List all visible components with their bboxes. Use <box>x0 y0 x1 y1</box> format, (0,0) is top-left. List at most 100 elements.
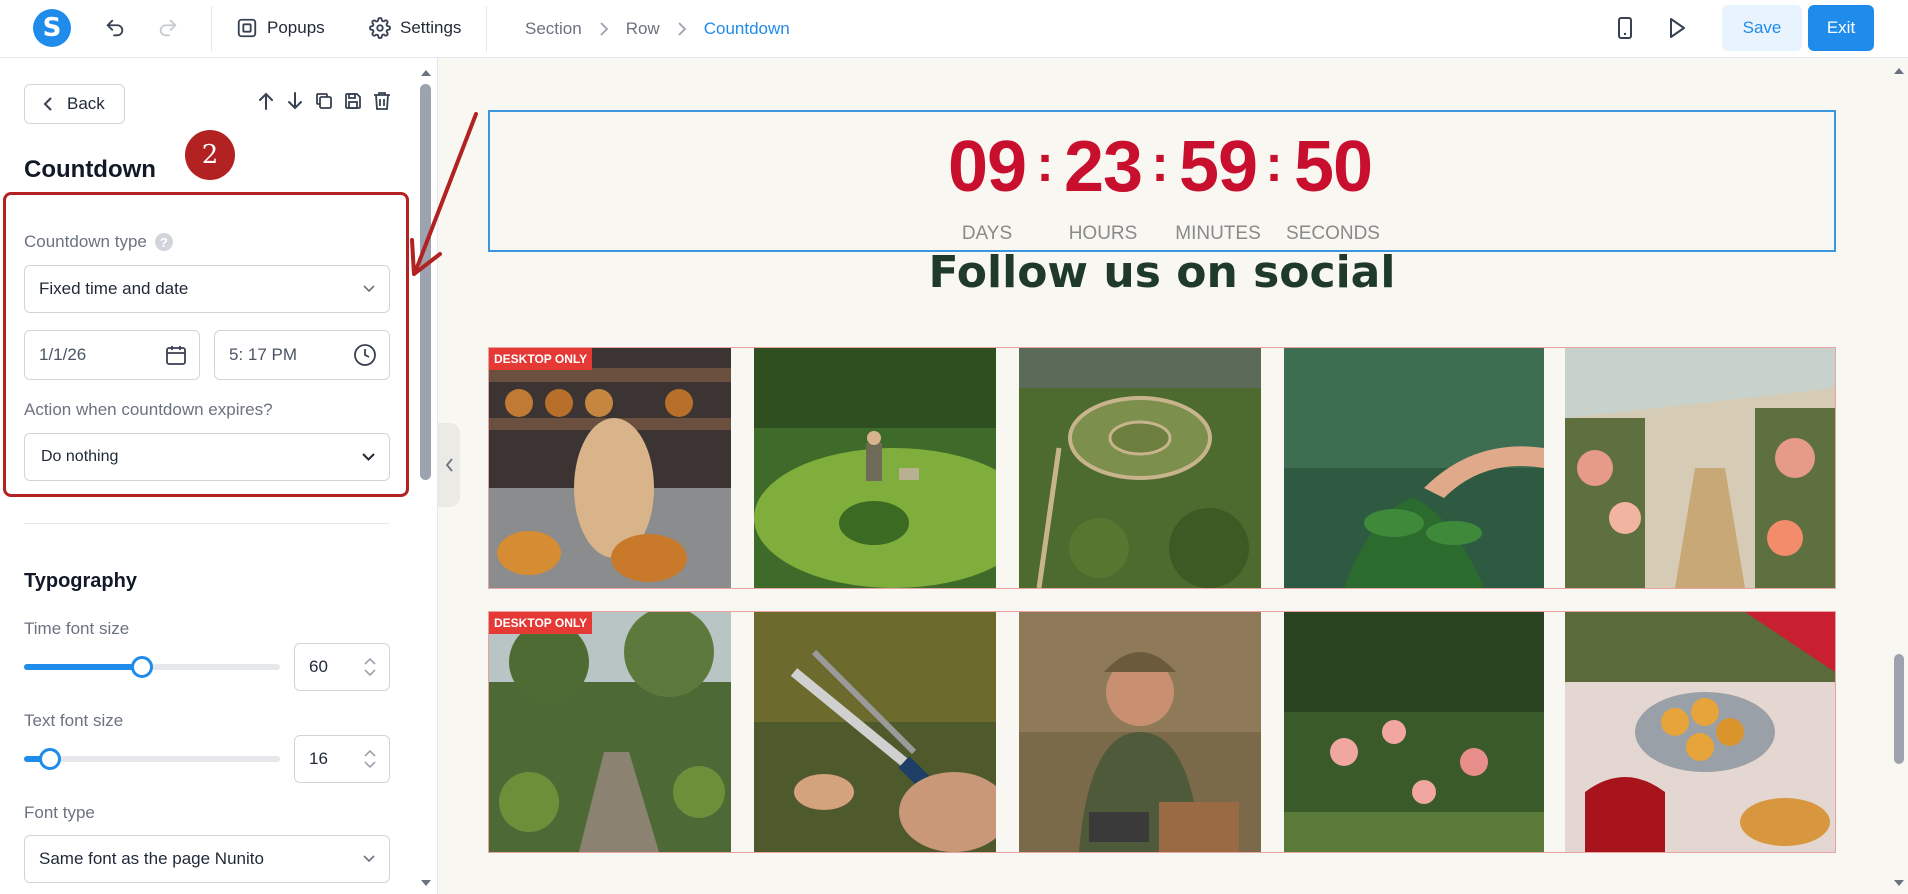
calendar-icon[interactable] <box>165 344 187 366</box>
save-block-icon[interactable] <box>343 90 363 112</box>
countdown-minutes-label: MINUTES <box>1175 223 1261 244</box>
page-canvas: 09 : 23 : 59 : 50 DAYS HOURS MINUTES SEC… <box>438 58 1908 894</box>
section-divider <box>24 523 389 524</box>
time-input[interactable]: 5: 17 PM <box>214 330 390 380</box>
canvas-scrollbar[interactable] <box>1890 58 1908 894</box>
panel-scrollbar[interactable] <box>419 70 432 890</box>
breadcrumb: Section Row Countdown <box>525 19 790 39</box>
back-button[interactable]: Back <box>24 84 125 124</box>
scrollbar-thumb[interactable] <box>1894 654 1904 764</box>
social-heading: Follow us on social <box>928 247 1396 298</box>
stepper-icon[interactable] <box>363 656 377 678</box>
chevron-right-icon <box>676 22 688 36</box>
gallery-image-pruning-shears[interactable] <box>754 612 996 852</box>
font-type-value: Same font as the page Nunito <box>39 849 264 868</box>
gallery-image-rose-bushes[interactable] <box>1284 612 1544 852</box>
redo-icon[interactable] <box>154 14 182 42</box>
countdown-days: 09 <box>947 127 1027 207</box>
scrollbar-thumb[interactable] <box>420 84 431 480</box>
countdown-seconds-label: SECONDS <box>1286 223 1380 244</box>
settings-label: Settings <box>400 18 462 37</box>
breadcrumb-section[interactable]: Section <box>525 19 582 39</box>
move-up-icon[interactable] <box>256 90 276 112</box>
popup-icon <box>237 18 257 38</box>
save-button[interactable]: Save <box>1722 5 1802 51</box>
countdown-days-label: DAYS <box>961 223 1013 244</box>
mobile-preview-icon[interactable] <box>1611 14 1639 42</box>
gallery-image-bakery[interactable]: DESKTOP ONLY <box>489 348 731 588</box>
panel-title: Countdown <box>24 156 156 183</box>
exit-button[interactable]: Exit <box>1808 5 1874 51</box>
time-value: 5: 17 PM <box>229 345 298 364</box>
slider-thumb[interactable] <box>130 656 153 678</box>
top-bar: S Popups Settings Section Row Countdown … <box>0 0 1908 58</box>
move-down-icon[interactable] <box>285 90 305 112</box>
gallery-row[interactable]: DESKTOP ONLY <box>488 611 1836 853</box>
settings-panel: Back Countdown 2 Countdown type ? Fixed … <box>0 58 438 894</box>
breadcrumb-row[interactable]: Row <box>626 19 660 39</box>
scroll-up-arrow[interactable] <box>421 70 431 76</box>
text-font-size-label: Text font size <box>24 711 124 730</box>
date-input[interactable]: 1/1/26 <box>24 330 200 380</box>
time-font-size-value: 60 <box>309 657 328 676</box>
chevron-right-icon <box>598 22 610 36</box>
countdown-hours: 23 <box>1063 127 1143 207</box>
scroll-up-arrow[interactable] <box>1894 68 1904 74</box>
font-type-label: Font type <box>24 803 95 822</box>
gallery-row[interactable]: DESKTOP ONLY <box>488 347 1836 589</box>
date-value: 1/1/26 <box>39 345 87 364</box>
text-font-size-slider[interactable] <box>24 748 280 770</box>
collapse-panel-tab[interactable] <box>438 423 460 507</box>
chevron-down-icon <box>363 855 375 863</box>
typography-heading: Typography <box>24 570 137 592</box>
chevron-left-icon <box>445 458 453 472</box>
stepper-icon[interactable] <box>363 748 377 770</box>
slider-fill <box>24 664 142 670</box>
chevron-down-icon <box>362 452 375 461</box>
gallery-image-greenhouse-roses[interactable] <box>1565 348 1835 588</box>
toolbar-divider <box>486 6 487 52</box>
chevron-left-icon <box>43 97 52 111</box>
clock-icon[interactable] <box>353 343 377 367</box>
help-icon[interactable]: ? <box>154 233 173 251</box>
step-badge: 2 <box>185 130 235 180</box>
play-preview-icon[interactable] <box>1663 14 1691 42</box>
scroll-down-arrow[interactable] <box>1894 880 1904 886</box>
countdown-type-value: Fixed time and date <box>39 279 189 298</box>
element-actions <box>256 90 392 112</box>
desktop-only-badge: DESKTOP ONLY <box>489 612 593 634</box>
chevron-down-icon <box>363 285 375 293</box>
settings-button[interactable]: Settings <box>369 14 461 42</box>
time-font-size-label: Time font size <box>24 619 130 638</box>
gallery-image-garden-path[interactable]: DESKTOP ONLY <box>489 612 731 852</box>
back-label: Back <box>67 94 105 113</box>
slider-thumb[interactable] <box>38 748 61 770</box>
text-font-size-value: 16 <box>309 749 328 768</box>
gallery-image-hand-seedlings[interactable] <box>1284 348 1544 588</box>
expire-action-value: Do nothing <box>41 448 119 465</box>
popups-button[interactable]: Popups <box>236 14 325 42</box>
font-type-select[interactable]: Same font as the page Nunito <box>24 835 390 883</box>
trash-icon[interactable] <box>372 90 392 112</box>
time-font-size-slider[interactable] <box>24 656 280 678</box>
gallery-image-smiling-gardener[interactable] <box>1019 612 1261 852</box>
gallery-image-aerial-garden[interactable] <box>1019 348 1261 588</box>
countdown-type-select[interactable]: Fixed time and date <box>24 265 390 313</box>
expire-action-select[interactable]: Do nothing <box>24 433 390 481</box>
breadcrumb-countdown[interactable]: Countdown <box>704 19 790 39</box>
duplicate-icon[interactable] <box>314 90 334 112</box>
app-logo[interactable]: S <box>33 9 71 47</box>
text-font-size-input[interactable]: 16 <box>294 735 390 783</box>
gallery-image-picnic-muffins[interactable] <box>1565 612 1835 852</box>
time-font-size-input[interactable]: 60 <box>294 643 390 691</box>
gear-icon <box>369 17 391 39</box>
popups-label: Popups <box>267 18 325 37</box>
countdown-type-label: Countdown type ? <box>24 232 173 252</box>
desktop-only-badge: DESKTOP ONLY <box>489 348 593 370</box>
countdown-minutes: 59 <box>1178 127 1258 207</box>
expire-action-label: Action when countdown expires? <box>24 400 273 419</box>
undo-icon[interactable] <box>101 14 129 42</box>
countdown-seconds: 50 <box>1293 127 1373 207</box>
scroll-down-arrow[interactable] <box>421 880 431 886</box>
gallery-image-lawn-mowing[interactable] <box>754 348 996 588</box>
